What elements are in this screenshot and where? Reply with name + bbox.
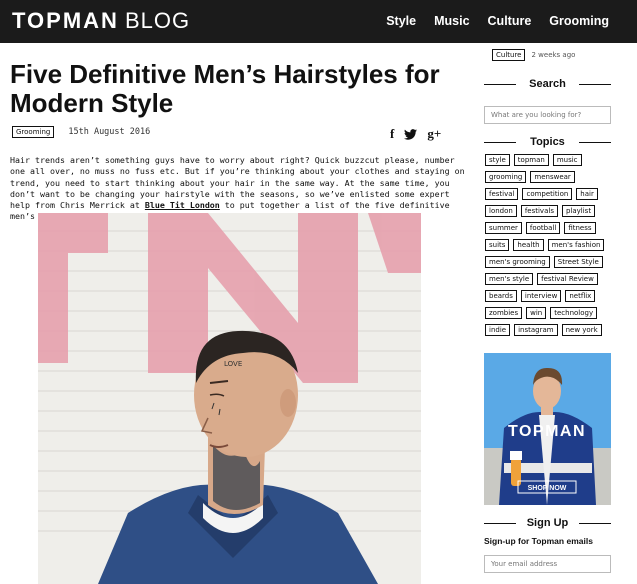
- topic-tag[interactable]: win: [526, 307, 547, 319]
- advert-brand: TOPMAN: [508, 423, 586, 440]
- topman-blog-logo[interactable]: TOPMAN BLOG: [12, 8, 190, 34]
- photo-illustration: LOVE: [38, 213, 421, 584]
- top-navigation-bar: TOPMAN BLOG Style Music Culture Grooming: [0, 0, 637, 43]
- recent-post-time: 2 weeks ago: [531, 51, 576, 59]
- topics-tag-cloud: style topman music grooming menswear festival…: [485, 154, 611, 336]
- topic-tag[interactable]: fitness: [564, 222, 596, 234]
- topic-tag[interactable]: Street Style: [553, 256, 603, 268]
- nav-music[interactable]: Music: [434, 14, 469, 28]
- shop-now-label: SHOP NOW: [528, 485, 567, 492]
- topic-tag[interactable]: suits: [485, 239, 510, 251]
- email-input[interactable]: Your email address: [484, 555, 611, 573]
- topic-tag[interactable]: london: [485, 205, 517, 217]
- category-tag[interactable]: Grooming: [12, 126, 55, 138]
- forehead-tattoo: LOVE: [224, 360, 242, 368]
- facebook-icon[interactable]: f: [390, 126, 394, 142]
- topic-tag[interactable]: menswear: [530, 171, 575, 183]
- signup-subtitle: Sign-up for Topman emails: [484, 536, 593, 546]
- topic-tag[interactable]: music: [552, 154, 582, 166]
- topman-advert[interactable]: TOPMAN SHOP NOW: [484, 353, 611, 505]
- topic-tag[interactable]: health: [513, 239, 544, 251]
- signup-heading: Sign Up: [484, 517, 611, 529]
- article-meta: Grooming 15th August 2016: [12, 126, 150, 138]
- topic-tag[interactable]: men's fashion: [547, 239, 605, 251]
- article-date: 15th August 2016: [68, 127, 151, 137]
- topic-tag[interactable]: grooming: [485, 171, 527, 183]
- nav-style[interactable]: Style: [386, 14, 416, 28]
- main-nav: Style Music Culture Grooming: [386, 14, 609, 28]
- blue-tit-london-link[interactable]: Blue Tit London: [145, 200, 220, 210]
- article-title: Five Definitive Men’s Hairstyles for Mod…: [10, 59, 440, 118]
- topic-tag[interactable]: festivals: [520, 205, 558, 217]
- share-buttons: f g+: [390, 126, 441, 142]
- twitter-icon[interactable]: [404, 128, 418, 140]
- topic-tag[interactable]: interview: [520, 290, 562, 302]
- nav-grooming[interactable]: Grooming: [549, 14, 609, 28]
- recent-post-meta: Culture 2 weeks ago: [492, 49, 575, 61]
- google-plus-icon[interactable]: g+: [427, 126, 441, 142]
- logo-brand: TOPMAN: [12, 8, 119, 33]
- topic-tag[interactable]: festival: [485, 188, 519, 200]
- topic-tag[interactable]: instagram: [514, 324, 558, 336]
- topic-tag[interactable]: summer: [485, 222, 522, 234]
- search-heading: Search: [484, 78, 611, 90]
- topic-tag[interactable]: indie: [485, 324, 511, 336]
- topic-tag[interactable]: style: [485, 154, 510, 166]
- topic-tag[interactable]: netflix: [565, 290, 596, 302]
- article-hero-image: LOVE: [38, 213, 421, 584]
- topic-tag[interactable]: competition: [522, 188, 573, 200]
- topic-tag[interactable]: topman: [513, 154, 549, 166]
- topic-tag[interactable]: playlist: [561, 205, 596, 217]
- topic-tag[interactable]: beards: [485, 290, 517, 302]
- topic-tag[interactable]: new york: [561, 324, 602, 336]
- topic-tag[interactable]: technology: [550, 307, 598, 319]
- topic-tag[interactable]: festival Review: [537, 273, 598, 285]
- topic-tag[interactable]: men's grooming: [485, 256, 550, 268]
- topic-tag[interactable]: men's style: [485, 273, 534, 285]
- recent-post-tag[interactable]: Culture: [492, 49, 526, 61]
- logo-blog: BLOG: [124, 8, 191, 33]
- search-input[interactable]: What are you looking for?: [484, 106, 611, 124]
- advert-image: TOPMAN SHOP NOW: [484, 353, 611, 505]
- topics-heading: Topics: [484, 136, 611, 148]
- topic-tag[interactable]: football: [525, 222, 561, 234]
- nav-culture[interactable]: Culture: [488, 14, 532, 28]
- topic-tag[interactable]: zombies: [485, 307, 523, 319]
- topic-tag[interactable]: hair: [576, 188, 598, 200]
